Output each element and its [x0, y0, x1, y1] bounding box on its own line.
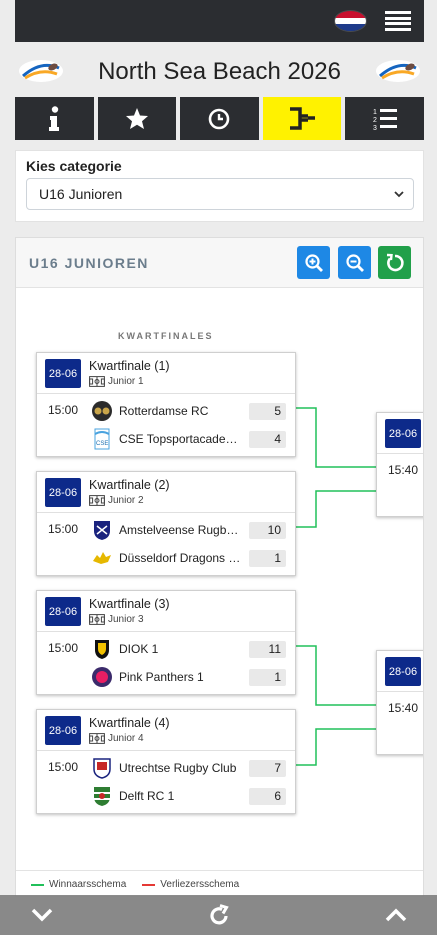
clock-icon: [209, 108, 230, 129]
match-name: Kwartfinale (2): [89, 478, 170, 492]
field-icon: [89, 495, 105, 506]
team-home[interactable]: Rotterdamse RC 5: [89, 399, 289, 423]
team-away[interactable]: Delft RC 1 6: [89, 784, 289, 808]
nav-bracket-button[interactable]: [262, 97, 342, 140]
language-flag-nl-icon[interactable]: [335, 11, 366, 31]
match-date-badge: 28-06: [385, 657, 421, 686]
menu-icon[interactable]: [385, 11, 411, 31]
match-name: Kwartfinale (3): [89, 597, 170, 611]
nav-schedule-button[interactable]: [180, 97, 259, 140]
team-logo: [89, 547, 115, 569]
match-time: 15:40: [388, 701, 419, 715]
category-label: Kies categorie: [26, 158, 122, 174]
team-logo: [89, 785, 115, 807]
match-date-badge: 28-06: [385, 419, 421, 448]
team-score: 4: [249, 430, 286, 448]
page-header: North Sea Beach 2026: [15, 50, 424, 92]
team-name: Delft RC 1: [119, 789, 175, 803]
svg-text:3: 3: [373, 125, 377, 131]
match-field: Junior 2: [108, 495, 144, 506]
match-time: 15:00: [48, 641, 79, 655]
match-card[interactable]: 28-06 Kwartfinale (1) Junior 1 15:00 Rot…: [36, 352, 296, 457]
svg-text:1: 1: [373, 109, 377, 116]
match-name: Kwartfinale (4): [89, 716, 170, 730]
team-name: Rotterdamse RC: [119, 404, 209, 418]
team-logo: [89, 666, 115, 688]
team-logo: [89, 757, 115, 779]
match-field: Junior 4: [108, 733, 144, 744]
match-field: Junior 3: [108, 614, 144, 625]
chevron-down-icon: [394, 191, 404, 198]
team-score: 5: [249, 402, 286, 420]
team-away[interactable]: Düsseldorf Dragons RC 1: [89, 546, 289, 570]
nav-ranking-button[interactable]: 1 2 3: [345, 97, 424, 140]
team-name: Pink Panthers 1: [119, 670, 204, 684]
team-home[interactable]: Amstelveense Rugby Club 10: [89, 518, 289, 542]
bottom-toolbar: [0, 895, 437, 935]
legend-winners: Winnaarsschema: [49, 879, 127, 890]
team-logo: [89, 400, 115, 422]
match-field: Junior 1: [108, 376, 144, 387]
ranking-list-icon: 1 2 3: [373, 108, 397, 131]
losers-swatch: [142, 883, 156, 886]
info-icon: [49, 105, 60, 131]
category-select[interactable]: U16 Junioren: [26, 178, 414, 210]
team-logo: [89, 519, 115, 541]
team-score: 10: [249, 521, 286, 539]
team-logo: [89, 638, 115, 660]
team-home[interactable]: Utrechtse Rugby Club 7: [89, 756, 289, 780]
team-score: 11: [249, 640, 286, 658]
star-icon: [125, 108, 148, 129]
team-name: Utrechtse Rugby Club: [119, 761, 237, 775]
match-date-badge: 28-06: [45, 359, 81, 388]
category-card: Kies categorie U16 Junioren: [15, 150, 424, 222]
match-date-badge: 28-06: [45, 716, 81, 745]
team-name: DIOK 1: [119, 642, 159, 656]
chevron-up-icon[interactable]: [384, 904, 408, 926]
team-score: 6: [249, 787, 286, 805]
team-away[interactable]: CSE CSE Topsportacademie 4: [89, 427, 289, 451]
team-name: Amstelveense Rugby Club: [119, 523, 243, 537]
team-score: 7: [249, 759, 286, 777]
bracket-card: U16 JUNIOREN KWARTFINALES 28-06 Kwartfin…: [15, 237, 424, 897]
team-logo: CSE: [89, 428, 115, 450]
nav-favorites-button[interactable]: [97, 97, 177, 140]
legend-losers: Verliezersschema: [160, 879, 240, 890]
match-name: Kwartfinale (1): [89, 359, 170, 373]
main-nav: 1 2 3: [15, 97, 424, 140]
team-away[interactable]: Pink Panthers 1 1: [89, 665, 289, 689]
svg-text:CSE: CSE: [96, 441, 108, 447]
semifinal-card[interactable]: 28-06 15:40: [376, 412, 423, 517]
match-time: 15:40: [388, 463, 419, 477]
match-time: 15:00: [48, 760, 79, 774]
match-card[interactable]: 28-06 Kwartfinale (4) Junior 4 15:00 Utr…: [36, 709, 296, 814]
bracket-icon: [290, 106, 316, 130]
match-card[interactable]: 28-06 Kwartfinale (3) Junior 3 15:00 DIO…: [36, 590, 296, 695]
team-home[interactable]: DIOK 1 11: [89, 637, 289, 661]
team-name: Düsseldorf Dragons RC: [119, 551, 243, 565]
nav-info-button[interactable]: [15, 97, 94, 140]
match-date-badge: 28-06: [45, 597, 81, 626]
svg-text:2: 2: [373, 117, 377, 124]
refresh-icon[interactable]: [207, 904, 231, 928]
team-score: 1: [249, 549, 286, 567]
top-bar: [15, 0, 424, 42]
team-name: CSE Topsportacademie: [119, 432, 243, 446]
category-select-value: U16 Junioren: [39, 186, 123, 202]
team-score: 1: [249, 668, 286, 686]
semifinal-card[interactable]: 28-06 15:40: [376, 650, 423, 755]
match-time: 15:00: [48, 522, 79, 536]
field-icon: [89, 733, 105, 744]
page-title: North Sea Beach 2026: [98, 58, 341, 85]
field-icon: [89, 376, 105, 387]
match-time: 15:00: [48, 403, 79, 417]
field-icon: [89, 614, 105, 625]
bracket-legend: Winnaarsschema Verliezersschema: [16, 870, 423, 896]
chevron-down-icon[interactable]: [30, 904, 54, 926]
winners-swatch: [31, 883, 44, 886]
tournament-logo-right: [376, 60, 420, 82]
match-date-badge: 28-06: [45, 478, 81, 507]
match-card[interactable]: 28-06 Kwartfinale (2) Junior 2 15:00 Ams…: [36, 471, 296, 576]
